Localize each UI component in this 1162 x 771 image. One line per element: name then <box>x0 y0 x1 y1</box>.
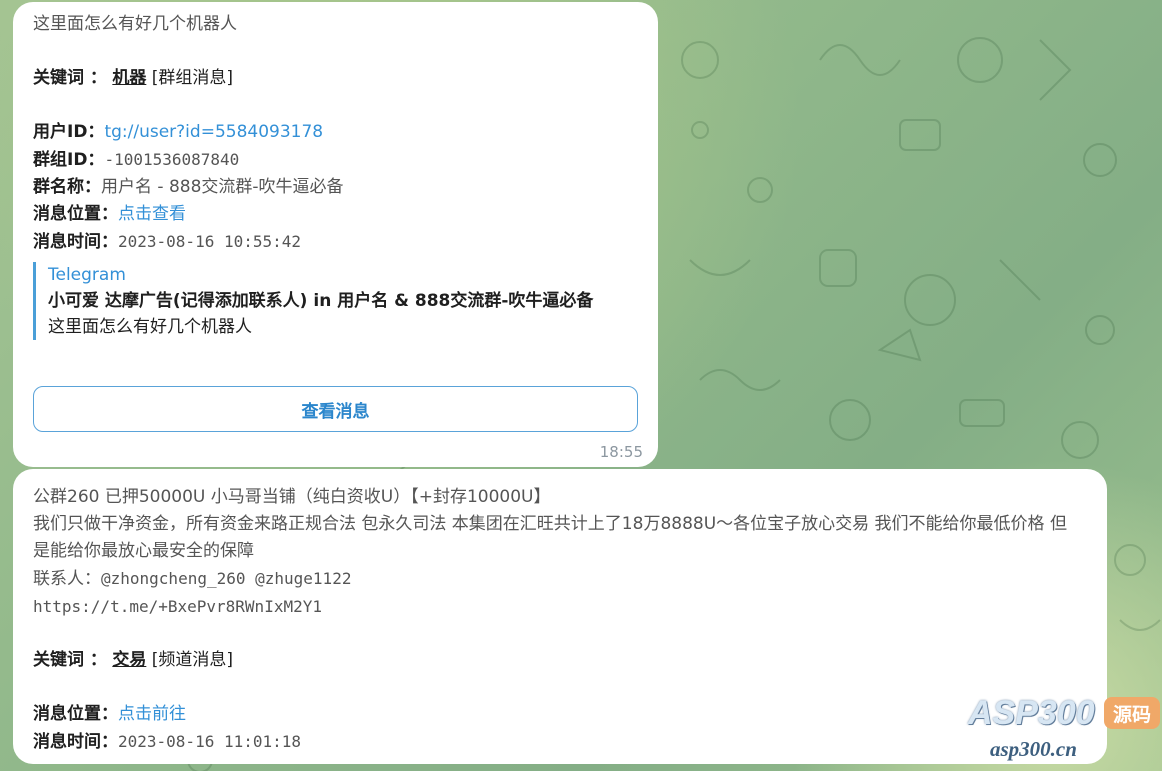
message-time-value: 2023-08-16 10:55:42 <box>118 232 302 251</box>
user-id-line: 用户ID：tg://user?id=5584093178 <box>33 119 638 146</box>
user-id-label: 用户ID： <box>33 122 105 142</box>
message-line-2: 我们只做干净资金，所有资金来路正规合法 包永久司法 本集团在汇旺共计上了18万8… <box>33 514 1067 561</box>
keyword-line: 关键词 ： 交易 [频道消息] <box>33 647 1087 674</box>
quote-source: Telegram <box>48 265 126 285</box>
keyword-value: 机器 <box>112 68 147 88</box>
watermark-domain: asp300.cn <box>990 737 1077 761</box>
contact-handles: @zhongcheng_260 @zhuge1122 <box>101 569 352 588</box>
message-time-value: 2023-08-16 11:01:18 <box>118 732 302 751</box>
message-position-line: 消息位置：点击前往 <box>33 701 1087 728</box>
keyword-value: 交易 <box>112 650 147 670</box>
group-id-line: 群组ID：-1001536087840 <box>33 146 638 174</box>
message-bubble-keyword-alert: 这里面怎么有好几个机器人 关键词 ： 机器 [群组消息] 用户ID：tg://u… <box>13 2 658 467</box>
message-line-1: 公群260 已押50000U 小马哥当铺（纯白资收U）【+封存10000U】 <box>33 487 551 507</box>
message-bubble-channel-alert: 公群260 已押50000U 小马哥当铺（纯白资收U）【+封存10000U】 我… <box>13 469 1107 764</box>
message-time-label: 消息时间： <box>33 732 118 752</box>
go-to-message-link[interactable]: 点击前往 <box>118 704 186 724</box>
message-time-label: 消息时间： <box>33 232 118 252</box>
user-id-link[interactable]: tg://user?id=5584093178 <box>104 122 323 142</box>
view-message-button[interactable]: 查看消息 <box>33 386 638 432</box>
watermark-tag: 源码 <box>1104 697 1160 729</box>
group-name-label: 群名称： <box>33 177 101 197</box>
contact-label: 联系人： <box>33 569 101 589</box>
group-name-line: 群名称：用户名 - 888交流群-吹牛逼必备 <box>33 174 638 201</box>
group-name-value: 用户名 - 888交流群-吹牛逼必备 <box>101 177 344 197</box>
watermark-brand: ASP300 <box>968 694 1095 732</box>
keyword-line: 关键词 ： 机器 [群组消息] <box>33 65 638 92</box>
group-id-value: -1001536087840 <box>104 150 240 169</box>
contact-line: 联系人：@zhongcheng_260 @zhuge1122 <box>33 565 1087 593</box>
message-position-label: 消息位置： <box>33 704 118 724</box>
quote-title: 小可爱 达摩广告(记得添加联系人) in 用户名 & 888交流群-吹牛逼必备 <box>48 291 594 311</box>
message-timestamp: 18:55 <box>599 443 643 461</box>
forwarded-quote[interactable]: Telegram 小可爱 达摩广告(记得添加联系人) in 用户名 & 888交… <box>33 262 618 340</box>
group-id-label: 群组ID： <box>33 150 105 170</box>
keyword-tag: [群组消息] <box>151 68 233 88</box>
message-time-line: 消息时间：2023-08-16 11:01:18 <box>33 728 1087 756</box>
view-message-link[interactable]: 点击查看 <box>118 204 186 224</box>
message-time-line: 消息时间：2023-08-16 10:55:42 <box>33 228 638 256</box>
message-text: 这里面怎么有好几个机器人 <box>33 14 237 34</box>
keyword-label: 关键词 ： <box>33 650 107 670</box>
message-position-label: 消息位置： <box>33 204 118 224</box>
quote-text: 这里面怎么有好几个机器人 <box>48 317 252 337</box>
keyword-tag: [频道消息] <box>151 650 233 670</box>
keyword-label: 关键词 ： <box>33 68 107 88</box>
message-position-line: 消息位置：点击查看 <box>33 201 638 228</box>
invite-link[interactable]: https://t.me/+BxePvr8RWnIxM2Y1 <box>33 593 1087 620</box>
